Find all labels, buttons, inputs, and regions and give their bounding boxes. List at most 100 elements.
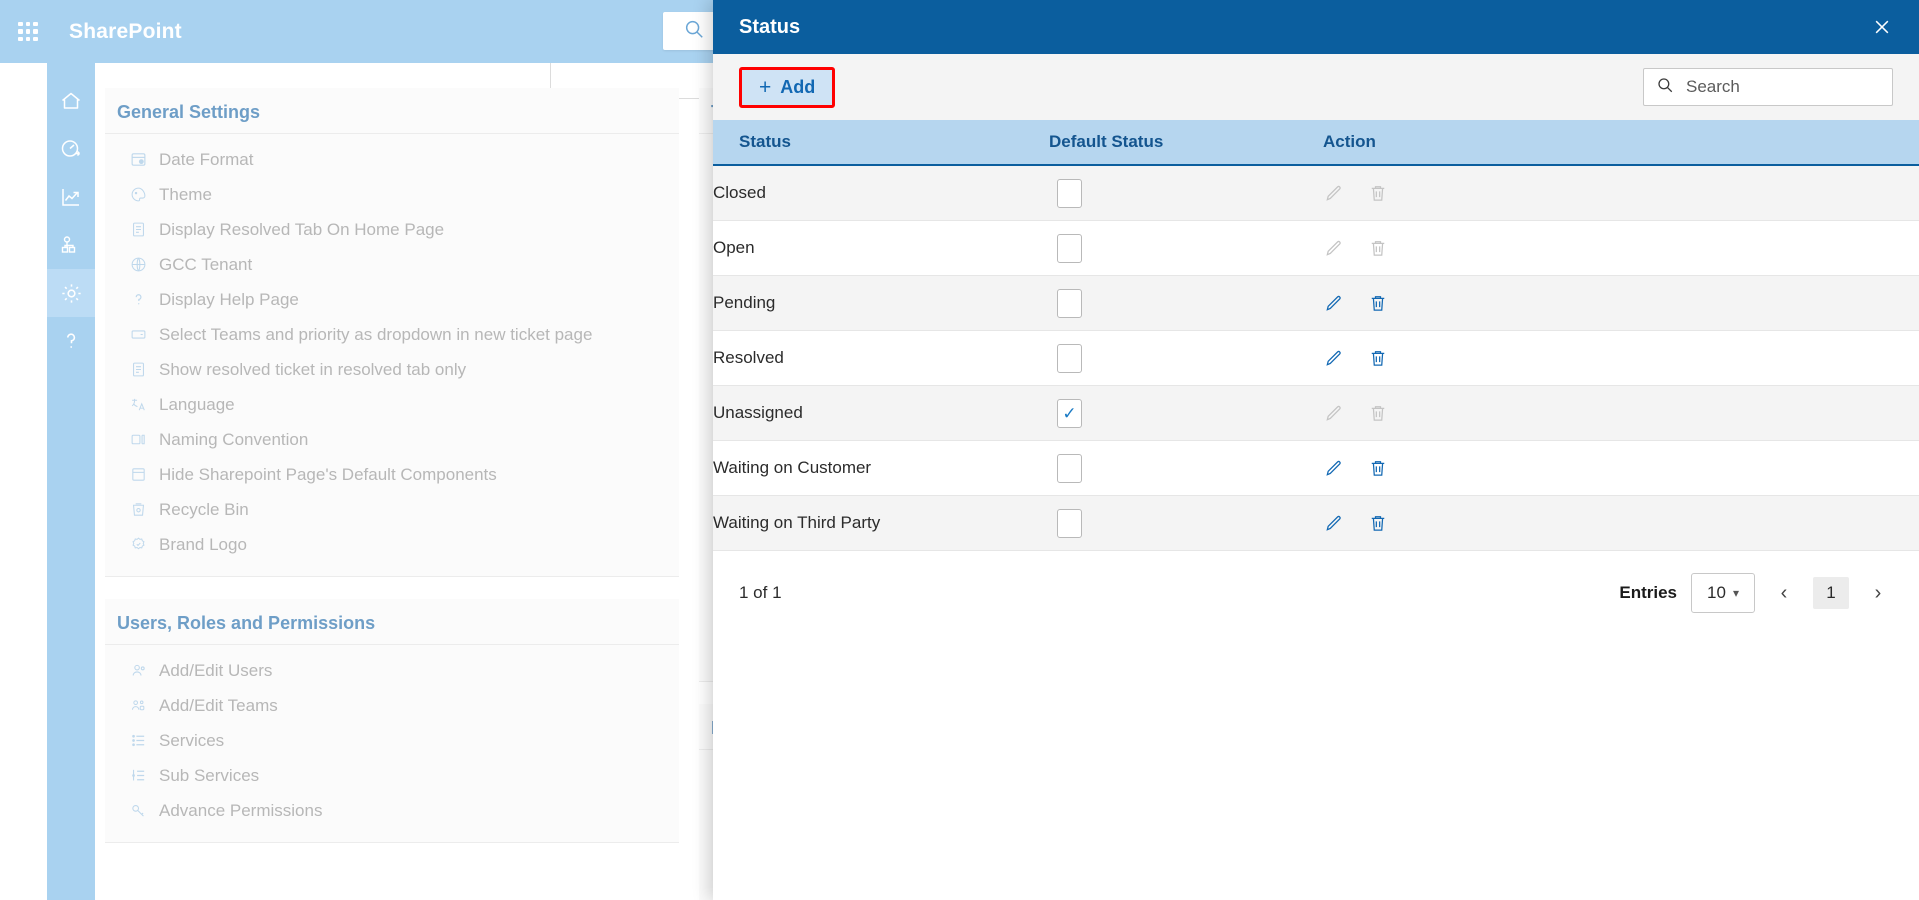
sidebar-item-teams[interactable]	[47, 221, 95, 269]
table-row[interactable]: Open	[713, 221, 1919, 276]
sidebar-item-analytics[interactable]	[47, 173, 95, 221]
default-status-checkbox[interactable]	[1057, 289, 1082, 318]
section-items: Date Format Theme Display	[105, 134, 679, 562]
setting-item-label: GCC Tenant	[159, 252, 252, 277]
table-row[interactable]: Waiting on Third Party	[713, 496, 1919, 551]
sidebar-item-home[interactable]	[47, 77, 95, 125]
default-status-checkbox[interactable]	[1057, 234, 1082, 263]
document-icon	[129, 220, 148, 239]
default-status-checkbox[interactable]	[1057, 179, 1082, 208]
sidebar-item-settings[interactable]	[47, 269, 95, 317]
cell-default-status	[1035, 331, 1309, 386]
page-number-1[interactable]: 1	[1813, 577, 1849, 609]
plus-icon: +	[759, 77, 771, 98]
cell-action	[1309, 496, 1919, 551]
table-row[interactable]: Unassigned ✓	[713, 386, 1919, 441]
setting-item-select-teams-priority-dropdown[interactable]: Select Teams and priority as dropdown in…	[105, 317, 679, 352]
setting-item-label: Display Help Page	[159, 287, 299, 312]
cell-default-status	[1035, 441, 1309, 496]
setting-item-services[interactable]: Services	[105, 723, 679, 758]
status-table: Status Default Status Action Closed	[713, 120, 1919, 551]
setting-item-add-edit-users[interactable]: Add/Edit Users	[105, 653, 679, 688]
entries-value: 10	[1707, 583, 1726, 603]
setting-item-sub-services[interactable]: Sub Services	[105, 758, 679, 793]
edit-icon	[1323, 237, 1345, 259]
column-header-default-status[interactable]: Default Status	[1035, 120, 1309, 165]
chevron-left-icon[interactable]: ‹	[1769, 578, 1799, 608]
edit-icon[interactable]	[1323, 512, 1345, 534]
section-items: Add/Edit Users Add/Edit Teams	[105, 645, 679, 828]
teams-icon	[59, 233, 83, 257]
delete-icon[interactable]	[1367, 292, 1389, 314]
setting-item-gcc-tenant[interactable]: GCC Tenant	[105, 247, 679, 282]
delete-icon[interactable]	[1367, 347, 1389, 369]
setting-item-label: Add/Edit Users	[159, 658, 272, 683]
add-button[interactable]: + Add	[739, 67, 835, 108]
cell-default-status	[1035, 276, 1309, 331]
chevron-right-icon[interactable]: ›	[1863, 578, 1893, 608]
gear-icon	[59, 281, 84, 306]
setting-item-hide-sharepoint-components[interactable]: Hide Sharepoint Page's Default Component…	[105, 457, 679, 492]
pagination-controls: Entries 10 ▾ ‹ 1 ›	[1619, 573, 1893, 613]
table-head: Status Default Status Action	[713, 120, 1919, 165]
cell-default-status	[1035, 165, 1309, 221]
row-actions	[1309, 237, 1919, 259]
key-icon	[129, 801, 148, 820]
app-launcher-icon[interactable]	[15, 19, 41, 45]
table-row[interactable]: Closed	[713, 165, 1919, 221]
edit-icon	[1323, 402, 1345, 424]
default-status-checkbox[interactable]	[1057, 454, 1082, 483]
delete-icon[interactable]	[1367, 512, 1389, 534]
cell-default-status	[1035, 221, 1309, 276]
cell-status: Closed	[713, 165, 1035, 221]
panel-title: Status	[739, 16, 800, 39]
question-icon	[129, 290, 148, 309]
edit-icon[interactable]	[1323, 347, 1345, 369]
column-header-status[interactable]: Status	[713, 120, 1035, 165]
table-row[interactable]: Resolved	[713, 331, 1919, 386]
team-icon	[129, 696, 148, 715]
setting-item-label: Select Teams and priority as dropdown in…	[159, 322, 592, 347]
setting-item-show-resolved-ticket[interactable]: Show resolved ticket in resolved tab onl…	[105, 352, 679, 387]
setting-item-theme[interactable]: Theme	[105, 177, 679, 212]
pagination-bar: 1 of 1 Entries 10 ▾ ‹ 1 ›	[713, 551, 1919, 613]
sidebar-item-help[interactable]	[47, 317, 95, 365]
entries-select[interactable]: 10 ▾	[1691, 573, 1755, 613]
setting-item-date-format[interactable]: Date Format	[105, 142, 679, 177]
edit-icon	[1323, 182, 1345, 204]
row-actions	[1309, 402, 1919, 424]
setting-item-display-help-page[interactable]: Display Help Page	[105, 282, 679, 317]
row-actions	[1309, 182, 1919, 204]
setting-item-display-resolved-tab[interactable]: Display Resolved Tab On Home Page	[105, 212, 679, 247]
setting-item-brand-logo[interactable]: Brand Logo	[105, 527, 679, 562]
cell-action	[1309, 221, 1919, 276]
cell-status: Open	[713, 221, 1035, 276]
edit-icon[interactable]	[1323, 457, 1345, 479]
setting-item-recycle-bin[interactable]: Recycle Bin	[105, 492, 679, 527]
setting-item-add-edit-teams[interactable]: Add/Edit Teams	[105, 688, 679, 723]
left-nav-rail	[47, 63, 95, 900]
table-row[interactable]: Waiting on Customer	[713, 441, 1919, 496]
dropdown-icon	[129, 325, 148, 344]
status-search-input[interactable]	[1684, 76, 1909, 98]
table-header-row: Status Default Status Action	[713, 120, 1919, 165]
sidebar-item-dashboard[interactable]	[47, 125, 95, 173]
app-root: SharePoint	[0, 0, 1919, 900]
delete-icon[interactable]	[1367, 457, 1389, 479]
setting-item-language[interactable]: Language	[105, 387, 679, 422]
setting-item-label: Add/Edit Teams	[159, 693, 278, 718]
setting-item-naming-convention[interactable]: Naming Convention	[105, 422, 679, 457]
edit-icon[interactable]	[1323, 292, 1345, 314]
setting-item-advance-permissions[interactable]: Advance Permissions	[105, 793, 679, 828]
default-status-checkbox[interactable]	[1057, 344, 1082, 373]
column-header-action: Action	[1309, 120, 1919, 165]
table-row[interactable]: Pending	[713, 276, 1919, 331]
default-status-checkbox[interactable]: ✓	[1057, 399, 1082, 428]
analytics-icon	[59, 185, 83, 209]
users-icon	[129, 661, 148, 680]
status-search[interactable]	[1643, 68, 1893, 106]
delete-icon	[1367, 402, 1389, 424]
setting-item-label: Recycle Bin	[159, 497, 249, 522]
close-icon[interactable]	[1867, 12, 1897, 42]
default-status-checkbox[interactable]	[1057, 509, 1082, 538]
